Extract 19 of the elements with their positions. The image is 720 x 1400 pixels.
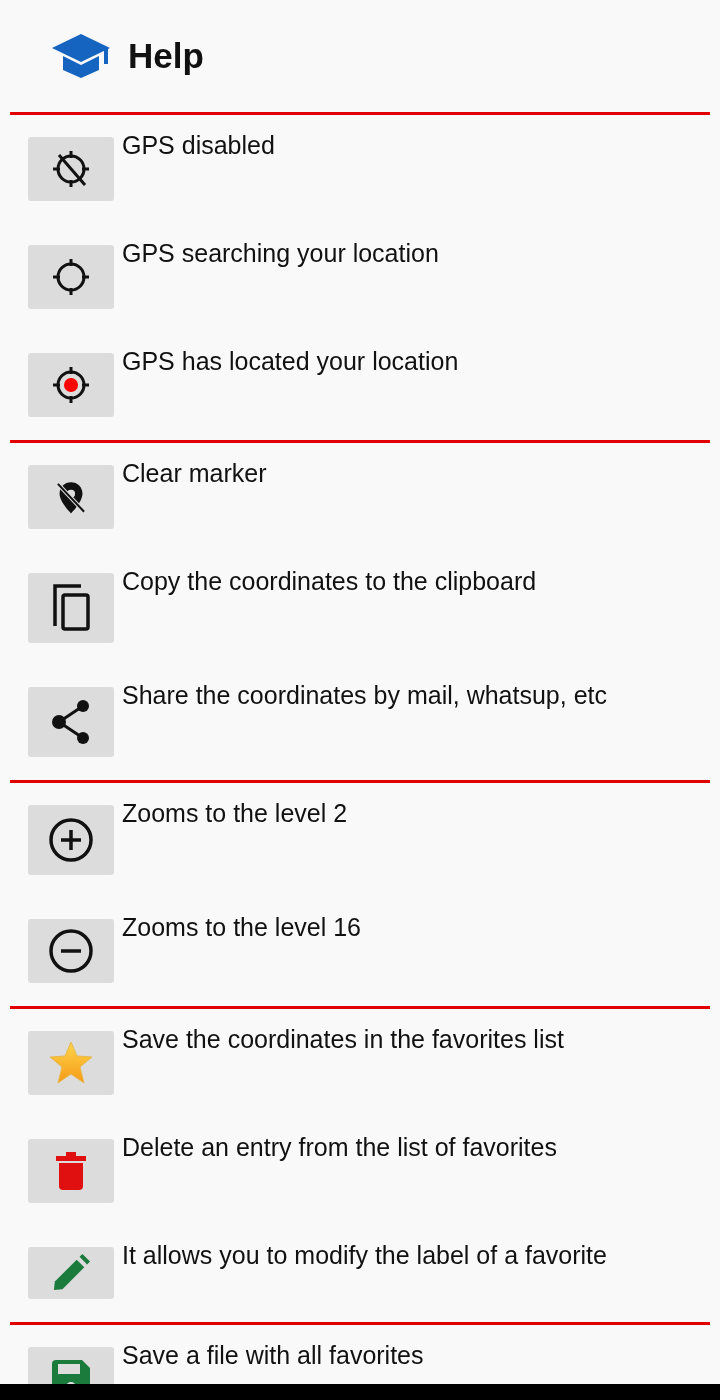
help-text: Copy the coordinates to the clipboard (122, 567, 537, 596)
help-text: Clear marker (122, 459, 267, 488)
help-text: Delete an entry from the list of favorites (122, 1133, 557, 1162)
help-text: GPS disabled (122, 131, 275, 160)
graduation-cap-icon (52, 34, 110, 78)
minus-circle-icon (47, 927, 95, 975)
trash-icon (56, 1152, 86, 1190)
star-icon (47, 1039, 95, 1087)
page-title: Help (128, 36, 204, 76)
help-text: GPS has located your location (122, 347, 459, 376)
pencil-icon (52, 1254, 90, 1292)
help-text: Zooms to the level 2 (122, 799, 348, 828)
help-text: Share the coordinates by mail, whatsup, etc (122, 681, 607, 710)
help-text: Zooms to the level 16 (122, 913, 361, 942)
help-text: It allows you to modify the label of a favorite (122, 1241, 607, 1270)
help-text: GPS searching your location (122, 239, 439, 268)
help-text: Save a file with all favorites (122, 1341, 424, 1370)
help-text: Save the coordinates in the favorites list (122, 1025, 564, 1054)
plus-circle-icon (47, 816, 95, 864)
